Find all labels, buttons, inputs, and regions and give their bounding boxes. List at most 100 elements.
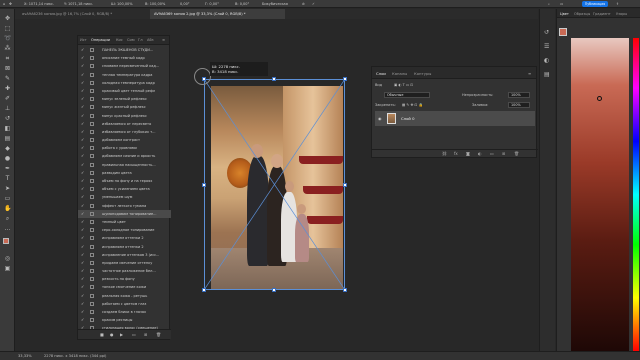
width-field[interactable]: Ш: 100,00% — [111, 2, 133, 6]
zoom-tool-icon[interactable]: ⌕ — [4, 215, 11, 222]
hand-tool-icon[interactable]: ✋ — [4, 205, 11, 212]
action-item[interactable]: ✓ частотное разложение бел... — [78, 267, 171, 275]
add-mask-icon[interactable]: ◙ — [466, 151, 470, 156]
check-icon[interactable]: ✓ — [81, 79, 84, 87]
action-item[interactable]: ✓ красивый цвет теплый рефл — [78, 87, 171, 95]
dialog-toggle-icon[interactable] — [90, 88, 94, 93]
tab-paragraph[interactable]: Абз — [147, 38, 154, 42]
action-item[interactable]: ✓ избавляемся от глубоких т... — [78, 128, 171, 136]
action-item[interactable]: ✓ уменьшаем шум — [78, 193, 171, 201]
check-icon[interactable]: ✓ — [81, 62, 84, 70]
stop-icon[interactable]: ■ — [100, 332, 104, 337]
check-icon[interactable]: ✓ — [81, 210, 84, 218]
check-icon[interactable]: ✓ — [81, 169, 84, 177]
action-item[interactable]: ✓ описание темный кадр — [78, 54, 171, 62]
share-icon[interactable]: ⇪ — [616, 2, 619, 6]
lock-icons[interactable]: ▦ ✎ ✥ ⊡ 🔒 — [402, 103, 423, 107]
transform-handle-top[interactable] — [272, 77, 276, 81]
tab-document-2[interactable]: AV9A6369 копия 2.jpg @ 33,3% (Слой 0, RG… — [150, 9, 285, 19]
transform-handle-top-right[interactable] — [343, 77, 347, 81]
action-item[interactable]: ✓ работа с уровнями — [78, 144, 171, 152]
dialog-toggle-icon[interactable] — [90, 154, 94, 159]
blur-tool-icon[interactable]: ◆ — [4, 145, 11, 152]
pen-tool-icon[interactable]: ✒ — [4, 165, 11, 172]
play-icon[interactable]: ▶ — [120, 332, 123, 337]
dialog-toggle-icon[interactable] — [90, 236, 94, 241]
action-item[interactable]: ✓ правильная насыщенность... — [78, 161, 171, 169]
action-item[interactable]: ✓ ПАНЕЛЬ ЭКШЕНОВ СТУДИ... — [78, 46, 171, 54]
dialog-toggle-icon[interactable] — [90, 138, 94, 143]
blend-mode-select[interactable]: Обычные — [384, 92, 430, 98]
check-icon[interactable]: ✓ — [81, 54, 84, 62]
action-item[interactable]: ✓ объем по фону и на героях — [78, 177, 171, 185]
marquee-tool-icon[interactable]: ⬚ — [4, 25, 11, 32]
check-icon[interactable]: ✓ — [81, 292, 84, 300]
check-icon[interactable]: ✓ — [81, 185, 84, 193]
adjustments-icon[interactable]: ◐ — [544, 57, 549, 64]
layer-name[interactable]: Слой 0 — [401, 116, 415, 121]
new-group-icon[interactable]: ▭ — [490, 151, 494, 156]
check-icon[interactable]: ✓ — [81, 128, 84, 136]
dialog-toggle-icon[interactable] — [90, 105, 94, 110]
action-item[interactable]: ✓ тонкое смягчение кожи — [78, 283, 171, 291]
tab-patterns[interactable]: Узоры — [616, 12, 627, 16]
vskew-field[interactable]: В: 0,00° — [235, 2, 249, 6]
check-icon[interactable]: ✓ — [81, 275, 84, 283]
action-item[interactable]: ✓ минус зеленый рефлекс — [78, 95, 171, 103]
action-item[interactable]: ✓ теплая температура кадра — [78, 71, 171, 79]
dialog-toggle-icon[interactable] — [90, 252, 94, 257]
dialog-toggle-icon[interactable] — [90, 211, 94, 216]
action-item[interactable]: ✓ добавляем контраст — [78, 136, 171, 144]
dialog-toggle-icon[interactable] — [90, 56, 94, 61]
action-item[interactable]: ✓ разводим цвета — [78, 169, 171, 177]
check-icon[interactable]: ✓ — [81, 259, 84, 267]
quick-select-icon[interactable]: ⁂ — [4, 45, 11, 52]
action-item[interactable]: ✓ избавляемся от пересвето — [78, 120, 171, 128]
transform-bounding-box[interactable] — [204, 79, 345, 290]
shape-tool-icon[interactable]: ▭ — [4, 195, 11, 202]
dialog-toggle-icon[interactable] — [90, 318, 94, 323]
publish-button[interactable]: Публикация — [582, 1, 608, 7]
screen-mode-icon[interactable]: ▣ — [4, 265, 11, 272]
tab-history[interactable]: Ист — [80, 38, 87, 42]
dialog-toggle-icon[interactable] — [90, 277, 94, 282]
transform-handle-bottom-right[interactable] — [343, 288, 347, 292]
action-item[interactable]: ✓ исправляем оттенки 2 — [78, 243, 171, 251]
record-icon[interactable]: ● — [110, 332, 114, 337]
check-icon[interactable]: ✓ — [81, 202, 84, 210]
workspace-icon[interactable]: ▭ — [560, 2, 563, 6]
dialog-toggle-icon[interactable] — [90, 121, 94, 126]
path-select-icon[interactable]: ➤ — [4, 185, 11, 192]
check-icon[interactable]: ✓ — [81, 177, 84, 185]
action-item[interactable]: ✓ минус желтый рефлекс — [78, 103, 171, 111]
panel-menu-icon[interactable]: ≡ — [162, 38, 165, 42]
dodge-tool-icon[interactable]: ● — [4, 155, 11, 162]
check-icon[interactable]: ✓ — [81, 71, 84, 79]
dialog-toggle-icon[interactable] — [90, 146, 94, 151]
fill-field[interactable]: 100% — [508, 102, 530, 108]
dialog-toggle-icon[interactable] — [90, 260, 94, 265]
transform-handle-left[interactable] — [202, 183, 206, 187]
dialog-toggle-icon[interactable] — [90, 113, 94, 118]
action-item[interactable]: ✓ темный цвет — [78, 218, 171, 226]
dialog-toggle-icon[interactable] — [90, 285, 94, 290]
filter-kind-label[interactable]: Вид — [375, 83, 382, 87]
search-icon[interactable]: ⌕ — [548, 2, 550, 6]
filter-icons[interactable]: ▣ ◐ T ▭ ⊡ — [394, 83, 413, 87]
check-icon[interactable]: ✓ — [81, 193, 84, 201]
check-icon[interactable]: ✓ — [81, 300, 84, 308]
layer-style-icon[interactable]: fx — [454, 151, 458, 156]
gradient-tool-icon[interactable]: ▤ — [4, 135, 11, 142]
brush-tool-icon[interactable]: ✐ — [4, 95, 11, 102]
check-icon[interactable]: ✓ — [81, 103, 84, 111]
tab-glyphs[interactable]: Гл — [138, 38, 143, 42]
tab-layers[interactable]: Слои — [376, 71, 386, 76]
check-icon[interactable]: ✓ — [81, 144, 84, 152]
adjustment-layer-icon[interactable]: ◐ — [478, 151, 482, 156]
tab-character[interactable]: Сим — [127, 38, 135, 42]
height-field[interactable]: В: 100,00% — [145, 2, 165, 6]
color-field[interactable] — [571, 38, 629, 351]
properties-icon[interactable]: ☰ — [544, 43, 549, 50]
check-icon[interactable]: ✓ — [81, 218, 84, 226]
transform-handle-right[interactable] — [343, 183, 347, 187]
